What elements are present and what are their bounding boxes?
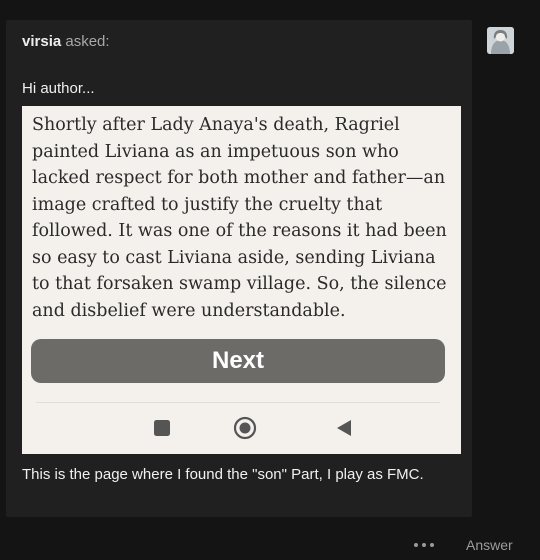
answer-button[interactable]: Answer <box>466 537 513 553</box>
back-triangle-icon[interactable] <box>332 416 356 440</box>
question-caption: This is the page where I found the "son"… <box>22 466 424 483</box>
ask-post-card: virsia asked: Hi author... Shortly after… <box>6 20 472 517</box>
asker-avatar[interactable] <box>487 27 514 54</box>
home-circle-icon[interactable] <box>233 416 257 440</box>
android-nav-bar <box>22 406 461 454</box>
recents-square-icon[interactable] <box>150 416 174 440</box>
asker-line: virsia asked: <box>22 33 110 50</box>
asked-label: asked: <box>65 33 110 50</box>
divider <box>36 402 440 403</box>
attached-screenshot[interactable]: Shortly after Lady Anaya's death, Ragrie… <box>22 106 461 454</box>
more-dots-icon[interactable] <box>414 536 434 554</box>
question-greeting: Hi author... <box>22 80 95 97</box>
next-button[interactable]: Next <box>31 339 445 383</box>
story-passage: Shortly after Lady Anaya's death, Ragrie… <box>32 115 447 321</box>
asker-username[interactable]: virsia <box>22 33 61 50</box>
